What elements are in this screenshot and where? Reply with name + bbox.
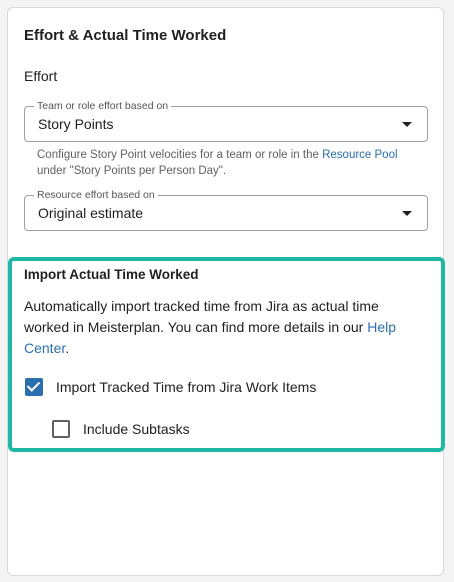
import-tracked-time-label[interactable]: Import Tracked Time from Jira Work Items (56, 379, 316, 395)
include-subtasks-checkbox[interactable] (52, 420, 70, 438)
chevron-down-icon[interactable] (402, 211, 412, 216)
team-effort-select-value: Story Points (38, 116, 114, 132)
resource-effort-select-value: Original estimate (38, 205, 144, 221)
story-points-helper-text: Configure Story Point velocities for a t… (37, 149, 398, 177)
import-description: Automatically import tracked time from J… (24, 298, 396, 356)
team-effort-select-legend: Team or role effort based on (34, 99, 172, 113)
effort-settings-card: Effort & Actual Time Worked Effort Team … (7, 7, 445, 576)
resource-effort-select[interactable]: Resource effort based on Original estima… (24, 188, 428, 231)
effort-section-label: Effort (24, 68, 58, 84)
resource-pool-link[interactable]: Resource Pool (322, 149, 397, 161)
include-subtasks-checkbox-row[interactable]: Include Subtasks (52, 420, 190, 438)
import-tracked-time-checkbox[interactable] (25, 378, 43, 396)
include-subtasks-label[interactable]: Include Subtasks (83, 421, 190, 437)
import-tracked-time-checkbox-row[interactable]: Import Tracked Time from Jira Work Items (25, 378, 316, 396)
chevron-down-icon[interactable] (402, 122, 412, 127)
card-title: Effort & Actual Time Worked (24, 27, 227, 44)
team-effort-select[interactable]: Team or role effort based on Story Point… (24, 99, 428, 142)
resource-effort-select-legend: Resource effort based on (34, 188, 158, 202)
import-section-title: Import Actual Time Worked (24, 267, 199, 282)
